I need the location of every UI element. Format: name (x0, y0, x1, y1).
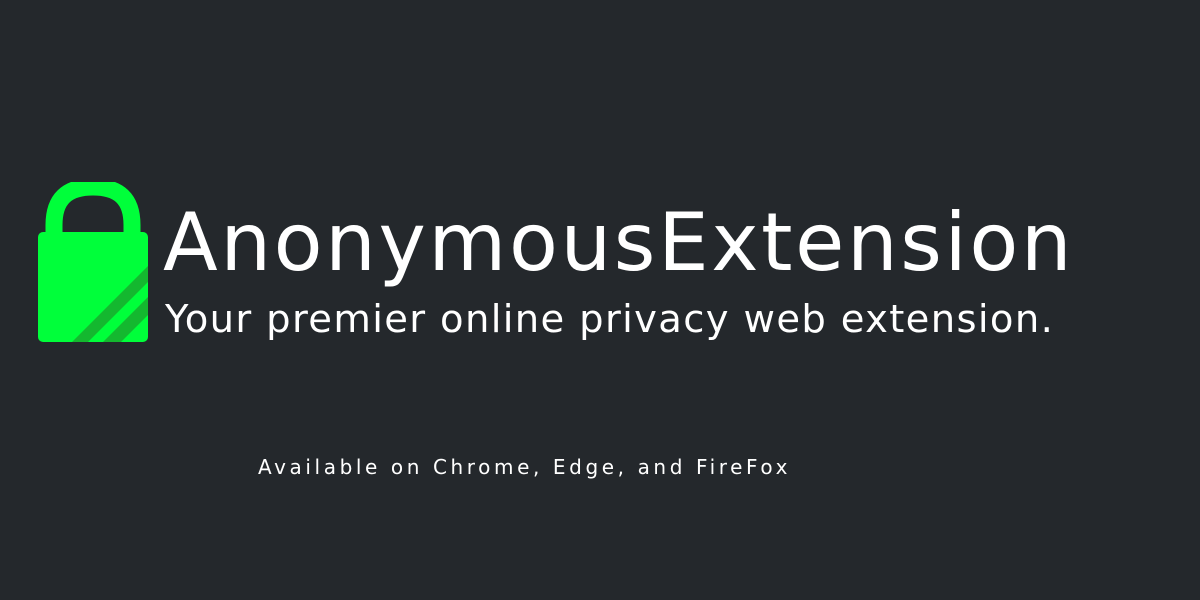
availability-text: Available on Chrome, Edge, and FireFox (258, 455, 792, 479)
promo-banner: AnonymousExtension Your premier online p… (0, 0, 1200, 600)
brand-tagline: Your premier online privacy web extensio… (165, 297, 1055, 342)
brand-title: AnonymousExtension (163, 196, 1075, 289)
padlock-icon (38, 182, 148, 342)
